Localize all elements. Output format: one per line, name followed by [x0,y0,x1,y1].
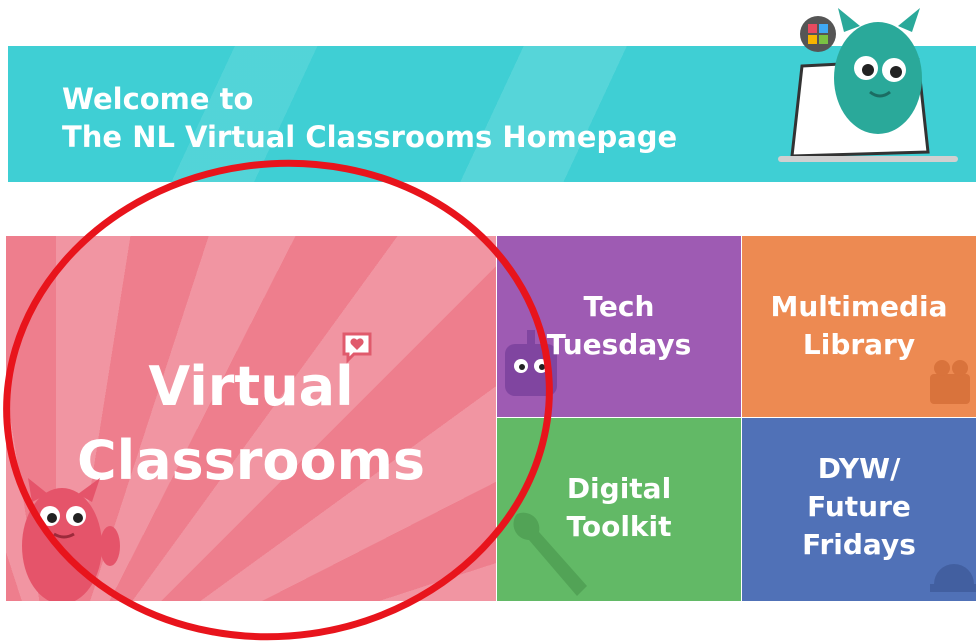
tile-tech-tuesdays-label: Tech Tuesdays [546,290,692,361]
tile-dyw-future-fridays[interactable]: DYW/ Future Fridays [742,418,976,601]
apps-badge-icon [800,16,836,52]
laptop-base [778,156,958,162]
tile-virtual-classrooms[interactable]: Virtual Classrooms [6,236,496,601]
banner-line-1: Welcome to [62,82,254,116]
banner-title: Welcome to The NL Virtual Classrooms Hom… [62,80,677,156]
tile-digital-toolkit-label: Digital Toolkit [566,472,672,543]
tile-multimedia-library[interactable]: Multimedia Library [742,236,976,417]
tile-tech-tuesdays[interactable]: Tech Tuesdays [497,236,741,417]
tile-multimedia-library-label: Multimedia Library [770,290,948,361]
tile-digital-toolkit[interactable]: Digital Toolkit [497,418,741,601]
chat-heart-icon [342,332,372,364]
monster-laptop-icon [778,8,958,162]
banner-line-2: The NL Virtual Classrooms Homepage [62,120,678,154]
monster-body [834,22,922,134]
pink-monster-icon [22,478,120,601]
tile-dyw-label: DYW/ Future Fridays [802,452,916,561]
